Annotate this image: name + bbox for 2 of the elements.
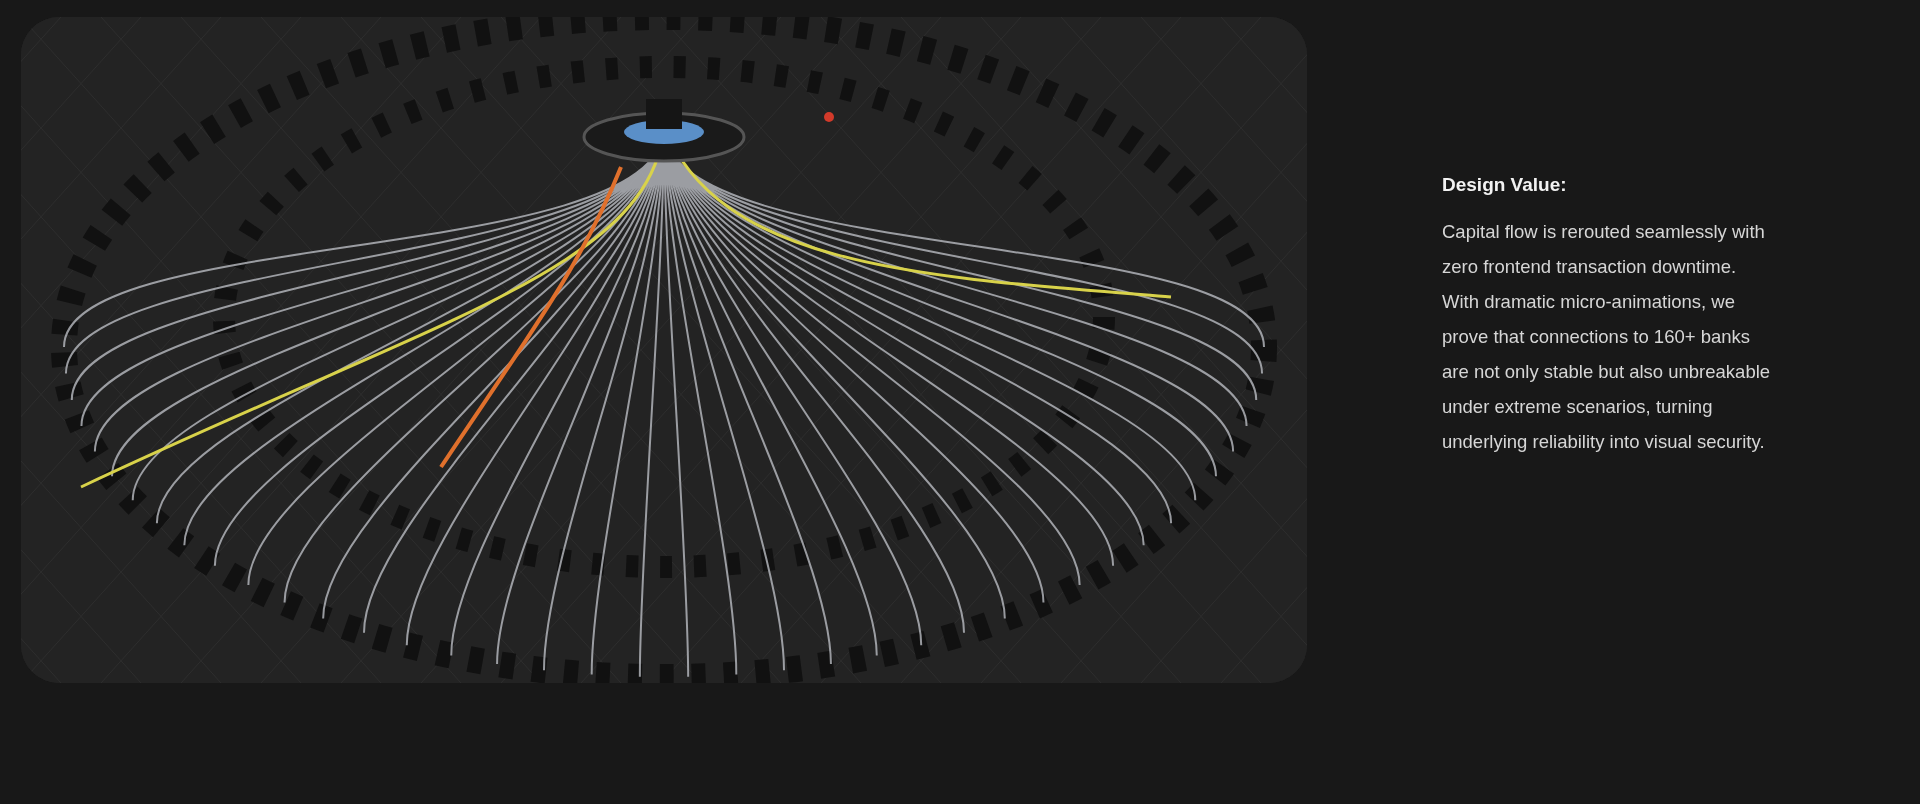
description-paragraph: Capital flow is rerouted seamlessly with zero frontend transaction downtime. With dramatic micro-animations, we prove that connections to 160+ banks are not only stable but also unbreakable under extreme scenarios, turning underlying reliability into visual security. — [1442, 220, 1772, 454]
section-heading: Design Value: — [1442, 173, 1568, 197]
